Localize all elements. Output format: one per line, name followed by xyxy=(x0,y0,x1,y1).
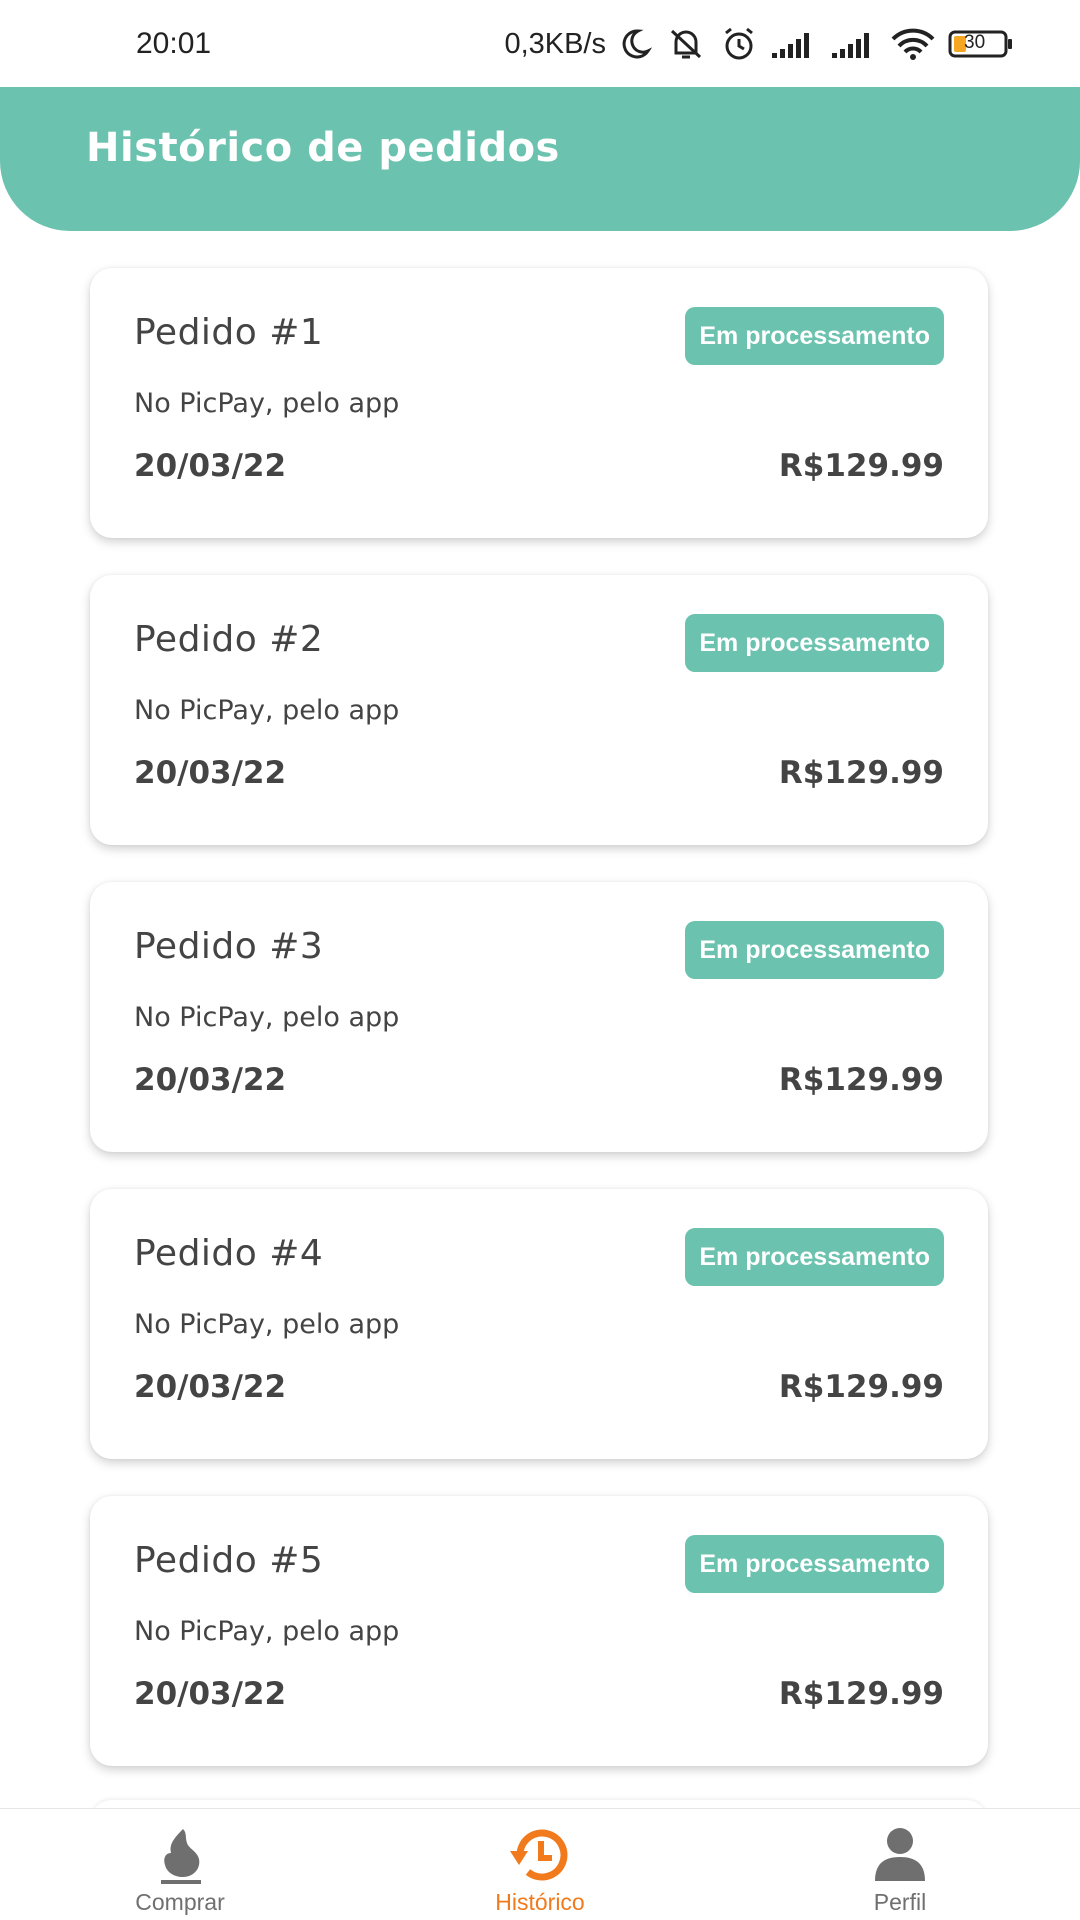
order-title: Pedido #5 xyxy=(134,1540,324,1581)
order-date: 20/03/22 xyxy=(134,1062,287,1098)
order-price: R$129.99 xyxy=(778,755,944,791)
status-badge: Em processamento xyxy=(685,307,944,365)
status-icons: 0,3KB/s 30 xyxy=(504,27,1014,61)
nav-label: Comprar xyxy=(135,1889,225,1915)
person-icon xyxy=(871,1825,929,1885)
payment-method: No PicPay, pelo app xyxy=(134,1309,400,1340)
battery-icon: 30 xyxy=(948,29,1014,59)
moon-icon xyxy=(618,27,652,61)
bell-muted-icon xyxy=(664,27,708,61)
nav-item-perfil[interactable]: Perfil xyxy=(720,1809,1080,1920)
order-card[interactable]: Pedido #3 Em processamento No PicPay, pe… xyxy=(90,882,988,1152)
order-date: 20/03/22 xyxy=(134,448,287,484)
order-price: R$129.99 xyxy=(778,1676,944,1712)
flame-icon xyxy=(151,1825,209,1885)
signal-icon xyxy=(830,29,878,59)
status-badge: Em processamento xyxy=(685,614,944,672)
bottom-nav: Comprar Histórico Perfil xyxy=(0,1808,1080,1920)
network-speed: 0,3KB/s xyxy=(504,27,606,60)
header: Histórico de pedidos xyxy=(0,87,1080,231)
order-card[interactable]: Pedido #1 Em processamento No PicPay, pe… xyxy=(90,268,988,538)
order-title: Pedido #3 xyxy=(134,926,324,967)
status-time: 20:01 xyxy=(136,27,212,60)
status-bar: 20:01 0,3KB/s 30 xyxy=(0,0,1080,88)
history-icon xyxy=(508,1825,572,1885)
payment-method: No PicPay, pelo app xyxy=(134,1002,400,1033)
wifi-icon xyxy=(890,27,936,61)
status-badge: Em processamento xyxy=(685,1535,944,1593)
alarm-icon xyxy=(720,27,758,61)
status-badge: Em processamento xyxy=(685,1228,944,1286)
order-card[interactable]: Pedido #4 Em processamento No PicPay, pe… xyxy=(90,1189,988,1459)
nav-item-historico[interactable]: Histórico xyxy=(360,1809,720,1920)
nav-label: Histórico xyxy=(495,1889,585,1915)
order-date: 20/03/22 xyxy=(134,1676,287,1712)
nav-item-comprar[interactable]: Comprar xyxy=(0,1809,360,1920)
nav-label: Perfil xyxy=(873,1889,927,1915)
order-title: Pedido #2 xyxy=(134,619,324,660)
order-title: Pedido #1 xyxy=(134,312,324,353)
order-date: 20/03/22 xyxy=(134,1369,287,1405)
status-badge: Em processamento xyxy=(685,921,944,979)
payment-method: No PicPay, pelo app xyxy=(134,1616,400,1647)
signal-icon xyxy=(770,29,818,59)
payment-method: No PicPay, pelo app xyxy=(134,695,400,726)
battery-level: 30 xyxy=(964,32,986,53)
order-date: 20/03/22 xyxy=(134,755,287,791)
order-price: R$129.99 xyxy=(778,1369,944,1405)
order-card[interactable]: Pedido #5 Em processamento No PicPay, pe… xyxy=(90,1496,988,1766)
payment-method: No PicPay, pelo app xyxy=(134,388,400,419)
order-price: R$129.99 xyxy=(778,448,944,484)
order-title: Pedido #4 xyxy=(134,1233,324,1274)
order-price: R$129.99 xyxy=(778,1062,944,1098)
order-card[interactable]: Pedido #2 Em processamento No PicPay, pe… xyxy=(90,575,988,845)
page-title: Histórico de pedidos xyxy=(86,125,560,171)
order-list[interactable]: Pedido #1 Em processamento No PicPay, pe… xyxy=(90,268,988,1803)
